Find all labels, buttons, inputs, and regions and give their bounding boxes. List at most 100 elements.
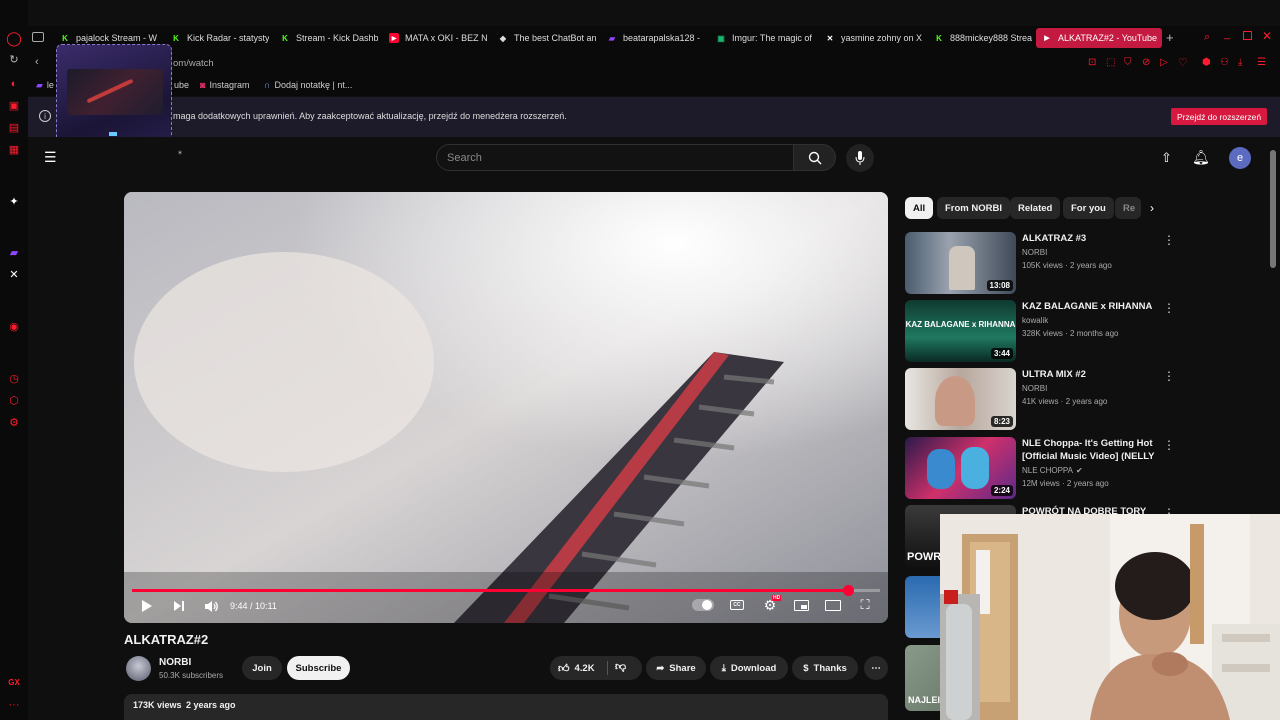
- description-box[interactable]: 173K views 2 years ago: [124, 694, 888, 720]
- recommendation-item[interactable]: 13:08 ALKATRAZ #3 NORBI 105K views · 2 y…: [905, 232, 1175, 296]
- recommendation-item[interactable]: 8:23 ULTRA MIX #2 NORBI 41K views · 2 ye…: [905, 368, 1175, 432]
- more-options-icon[interactable]: ⋮: [1163, 302, 1175, 314]
- thanks-icon: $: [803, 662, 809, 674]
- microphone-icon: [855, 151, 865, 165]
- subscribe-button[interactable]: Subscribe: [287, 656, 350, 680]
- sidebar-music-icon[interactable]: ▦: [6, 142, 22, 158]
- chip-for-you[interactable]: For you: [1063, 197, 1114, 219]
- more-actions-button[interactable]: ⋯: [864, 656, 888, 680]
- tab-888mickey[interactable]: K 888mickey888 Strea: [928, 28, 1032, 48]
- vpn-icon[interactable]: ⛉: [1124, 57, 1132, 68]
- next-button[interactable]: [172, 598, 186, 614]
- page-scrollbar-thumb[interactable]: [1270, 150, 1276, 268]
- chip-all[interactable]: All: [905, 197, 934, 219]
- bookmark-item-instagram[interactable]: ◙ Instagram: [200, 80, 249, 90]
- more-options-icon[interactable]: ⋮: [1163, 439, 1175, 451]
- maximize-icon[interactable]: [1243, 31, 1252, 40]
- bookmark-item-note[interactable]: ∩ Dodaj notatkę | nt...: [264, 80, 352, 90]
- more-options-icon[interactable]: ⋮: [1163, 234, 1175, 246]
- sidebar-twitch-icon[interactable]: ▰: [6, 245, 22, 261]
- tab-imgur[interactable]: ▣ Imgur: The magic of: [710, 28, 814, 48]
- go-to-extensions-button[interactable]: Przejdź do rozszerzeń: [1171, 108, 1268, 125]
- chips-next-icon[interactable]: ›: [1150, 201, 1154, 215]
- progress-scrubber[interactable]: [842, 585, 854, 596]
- sidebar-gx-icon[interactable]: GX: [6, 675, 22, 691]
- theater-mode-icon[interactable]: [825, 600, 841, 611]
- tab-alkatraz-active[interactable]: ▶ ALKATRAZ#2 - YouTube: [1036, 28, 1162, 48]
- tab-x-yasmine[interactable]: ✕ yasmine zohny on X: [819, 28, 923, 48]
- sidebar-player-icon[interactable]: ◉: [6, 319, 22, 335]
- like-dislike-group: 👍︎ 4.2K 👎︎: [550, 656, 642, 680]
- thumbs-down-icon[interactable]: 👎︎: [615, 660, 626, 673]
- sidebar-more-icon[interactable]: ···: [6, 697, 22, 713]
- recommendation-title: ALKATRAZ #3: [1022, 233, 1087, 244]
- progress-bar[interactable]: [132, 585, 880, 596]
- twitch-icon: ▰: [36, 80, 43, 90]
- notifications-bell-icon[interactable]: 🔔︎: [1192, 149, 1210, 166]
- bookmark-item-twitch[interactable]: ▰ le: [36, 80, 54, 91]
- mute-icon[interactable]: ⊘: [1142, 57, 1150, 68]
- tab-kick-dashboard[interactable]: K Stream - Kick Dashb: [274, 28, 378, 48]
- sidebar-refresh-icon[interactable]: ↻: [6, 52, 22, 68]
- tab-beatarapalska[interactable]: ▰ beatarapalska128 -: [601, 28, 705, 48]
- profile-icon[interactable]: ⚇: [1220, 57, 1229, 68]
- address-bar[interactable]: om/watch: [173, 58, 214, 69]
- sidebar-x-icon[interactable]: ✕: [6, 267, 22, 283]
- fullscreen-icon[interactable]: ⛶: [858, 597, 872, 613]
- channel-avatar[interactable]: [126, 656, 151, 681]
- youtube-logo-icon[interactable]: ⁎: [178, 147, 182, 156]
- recommendation-channel: kowalik: [1022, 316, 1049, 325]
- sidebar-extensions-icon[interactable]: ⬡: [6, 393, 22, 409]
- more-options-icon[interactable]: ⋮: [1163, 370, 1175, 382]
- sidebar-bag-icon[interactable]: ▣: [6, 98, 22, 114]
- tab-overview-icon[interactable]: [32, 32, 44, 42]
- bookmark-item-youtube[interactable]: ube: [174, 80, 189, 90]
- volume-button[interactable]: [203, 598, 219, 614]
- voice-search-button[interactable]: [846, 144, 874, 172]
- chip-recent[interactable]: Re: [1115, 197, 1141, 219]
- recommendation-item[interactable]: 2:24 NLE Choppa- It's Getting Hot [Offic…: [905, 437, 1175, 501]
- sidebar-aria-icon[interactable]: ◐: [6, 76, 22, 92]
- create-upload-icon[interactable]: ⇧: [1161, 150, 1172, 166]
- tab-chatbot[interactable]: ◆ The best ChatBot an: [492, 28, 596, 48]
- thumbs-up-icon[interactable]: 👍︎: [558, 662, 570, 675]
- sidebar-messenger-icon[interactable]: ▤: [6, 120, 22, 136]
- play-ext-icon[interactable]: ▷: [1160, 57, 1168, 68]
- opera-logo-icon[interactable]: ◯: [6, 30, 22, 46]
- like-count[interactable]: 4.2K: [575, 663, 595, 674]
- extensions-icon[interactable]: ⬢: [1202, 57, 1211, 68]
- tab-mata-oki[interactable]: ▶ MATA x OKI - BEZ N: [383, 28, 487, 48]
- heart-icon[interactable]: ♡: [1178, 56, 1188, 69]
- download-button[interactable]: ⤓ Download: [710, 656, 788, 680]
- autoplay-toggle[interactable]: [692, 599, 714, 611]
- recommendation-meta: 105K views · 2 years ago: [1022, 261, 1112, 270]
- sidebar-chatgpt-icon[interactable]: ✦: [6, 194, 22, 210]
- miniplayer-icon[interactable]: [794, 600, 809, 611]
- avatar[interactable]: e: [1229, 147, 1251, 169]
- join-button[interactable]: Join: [242, 656, 282, 680]
- search-input[interactable]: Search: [436, 144, 794, 171]
- thanks-button[interactable]: $ Thanks: [792, 656, 858, 680]
- menu-icon[interactable]: ☰: [1257, 57, 1266, 68]
- video-player[interactable]: 9:44 / 10:11 CC ⚙ HD ⛶: [124, 192, 888, 623]
- snapshot-icon[interactable]: ⬚: [1106, 57, 1115, 68]
- back-icon[interactable]: ‹: [35, 56, 39, 68]
- recommendation-item[interactable]: KAZ BALAGANE x RIHANNA 3:44 KAZ BALAGANE…: [905, 300, 1175, 364]
- close-window-icon[interactable]: ✕: [1262, 29, 1272, 43]
- chip-related[interactable]: Related: [1010, 197, 1061, 219]
- subtitles-icon[interactable]: CC: [730, 600, 744, 610]
- new-tab-button[interactable]: +: [1166, 30, 1174, 45]
- channel-name[interactable]: NORBI: [159, 657, 191, 668]
- share-button[interactable]: ➦ Share: [646, 656, 706, 680]
- chip-from-norbi[interactable]: From NORBI: [937, 197, 1010, 219]
- tab-search-icon[interactable]: ⌕: [1204, 31, 1210, 44]
- bookmark-icon[interactable]: ⊡: [1088, 57, 1096, 68]
- minimize-icon[interactable]: _: [1224, 28, 1230, 40]
- download-icon[interactable]: ⤓: [1238, 57, 1242, 68]
- tab-kick-radar[interactable]: K Kick Radar - statysty: [165, 28, 269, 48]
- sidebar-history-icon[interactable]: ◷: [6, 371, 22, 387]
- play-button[interactable]: [140, 598, 154, 614]
- search-button[interactable]: [794, 144, 836, 171]
- hamburger-menu-icon[interactable]: ☰: [44, 149, 57, 166]
- sidebar-settings-icon[interactable]: ⚙: [6, 415, 22, 431]
